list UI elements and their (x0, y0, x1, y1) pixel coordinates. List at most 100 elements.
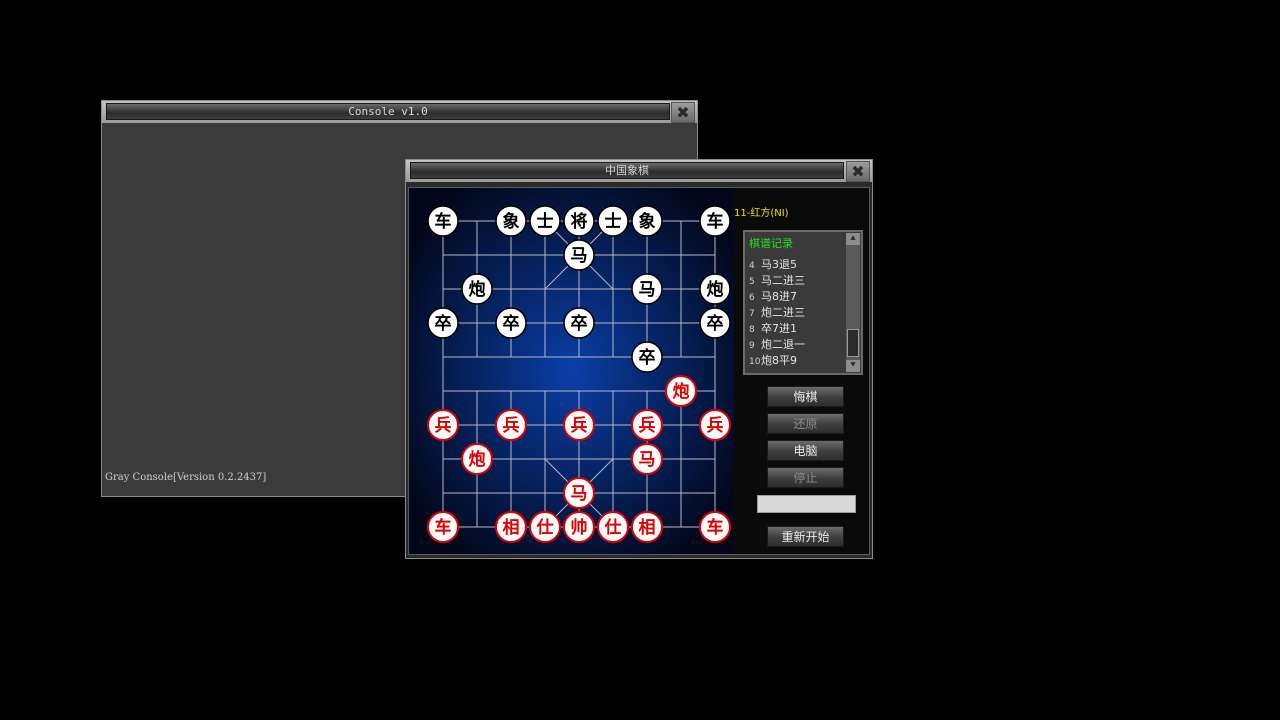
piece-label: 卒 (503, 313, 520, 334)
black-piece[interactable]: 象 (495, 205, 527, 237)
chess-title: 中国象棋 (410, 162, 844, 179)
computer-button[interactable]: 电脑 (767, 440, 844, 461)
move-text: 炮二退一 (761, 338, 805, 351)
black-piece[interactable]: 车 (699, 205, 731, 237)
move-number: 10 (749, 357, 761, 367)
black-piece[interactable]: 将 (563, 205, 595, 237)
black-piece[interactable]: 卒 (427, 307, 459, 339)
piece-label: 象 (639, 211, 656, 232)
piece-label: 卒 (707, 313, 724, 334)
piece-label: 车 (435, 211, 452, 232)
piece-label: 兵 (707, 415, 724, 436)
piece-label: 士 (537, 211, 554, 232)
console-output: Gray Console[Version 0.2.2437] (105, 472, 267, 483)
red-piece[interactable]: 炮 (461, 443, 493, 475)
red-piece[interactable]: 炮 (665, 375, 697, 407)
piece-label: 车 (707, 211, 724, 232)
piece-label: 炮 (673, 381, 690, 402)
chess-board[interactable]: 车象士将士象车马炮马炮卒卒卒卒卒炮兵兵兵兵兵炮 马马车相仕帅仕相车 (409, 188, 734, 554)
list-item[interactable]: 5 马二进三 (749, 273, 805, 289)
red-piece[interactable]: 马 (563, 477, 595, 509)
move-text: 马8进7 (761, 290, 797, 303)
red-piece[interactable]: 兵 (427, 409, 459, 441)
undo-button[interactable]: 悔棋 (767, 386, 844, 407)
piece-label: 马 (639, 450, 656, 470)
piece-label: 卒 (639, 347, 656, 368)
black-piece[interactable]: 炮 (461, 273, 493, 305)
black-piece[interactable]: 马 (563, 239, 595, 271)
red-piece[interactable]: 兵 (699, 409, 731, 441)
scroll-down-icon[interactable]: ⯆ (846, 360, 860, 372)
piece-label: 兵 (435, 415, 452, 436)
piece-label: 卒 (571, 313, 588, 334)
piece-label: 炮 (469, 449, 486, 470)
red-piece[interactable]: 帅 (563, 511, 595, 543)
list-item[interactable]: 8 卒7进1 (749, 321, 805, 337)
move-number: 6 (749, 293, 755, 303)
scrollbar-thumb[interactable] (847, 329, 859, 357)
red-piece[interactable]: 车 (427, 511, 459, 543)
piece-label: 仕 (604, 517, 622, 538)
list-item[interactable]: 9 炮二退一 (749, 337, 805, 353)
move-number: 8 (749, 325, 755, 335)
console-close-icon[interactable]: ✖ (671, 102, 695, 123)
black-piece[interactable]: 马 (631, 273, 663, 305)
piece-label: 兵 (639, 415, 656, 436)
scroll-up-icon[interactable]: ⯅ (846, 233, 860, 245)
chess-close-icon[interactable]: ✖ (846, 161, 870, 182)
list-item[interactable]: 7 炮二进三 (749, 305, 805, 321)
piece-label: 卒 (435, 313, 452, 334)
piece-label: 马 (639, 280, 656, 300)
black-piece[interactable]: 士 (597, 205, 629, 237)
red-piece[interactable]: 仕 (597, 511, 629, 543)
piece-label: 象 (503, 211, 520, 232)
black-piece[interactable]: 卒 (495, 307, 527, 339)
chess-titlebar[interactable]: 中国象棋 ✖ (406, 160, 872, 182)
list-item[interactable]: 6 马8进7 (749, 289, 805, 305)
move-text: 马二进三 (761, 274, 805, 287)
black-piece[interactable]: 卒 (631, 341, 663, 373)
red-piece[interactable]: 兵 (495, 409, 527, 441)
chess-window: 中国象棋 ✖ 车象士将士象车马炮马炮卒卒卒卒卒炮兵兵兵兵兵炮马马车相仕帅仕相车 … (405, 159, 873, 559)
move-record-panel: 棋谱记录 4 马3退5 5 马二进三 6 马8进7 7 炮二进三 8 卒7进1 9 炮二退一… (743, 230, 863, 375)
piece-label: 车 (435, 517, 452, 538)
piece-label: 炮 (469, 279, 486, 300)
red-piece[interactable]: 仕 (529, 511, 561, 543)
move-record-scrollbar[interactable]: ⯅ ⯆ (846, 233, 860, 372)
move-record-title: 棋谱记录 (749, 237, 793, 250)
console-titlebar[interactable]: Console v1.0 ✖ (102, 101, 697, 123)
list-item[interactable]: 10炮8平9 (749, 353, 805, 369)
list-item[interactable]: 4 马3退5 (749, 257, 805, 273)
chess-body: 车象士将士象车马炮马炮卒卒卒卒卒炮兵兵兵兵兵炮马马车相仕帅仕相车 11-红方(N… (408, 187, 870, 555)
black-piece[interactable]: 卒 (699, 307, 731, 339)
black-piece[interactable]: 炮 (699, 273, 731, 305)
piece-label: 炮 (707, 279, 724, 300)
red-piece[interactable]: 兵 (563, 409, 595, 441)
piece-label: 马 (571, 484, 588, 504)
move-text: 卒7进1 (761, 322, 797, 335)
black-piece[interactable]: 士 (529, 205, 561, 237)
move-number: 4 (749, 261, 755, 271)
black-piece[interactable]: 卒 (563, 307, 595, 339)
move-text: 马3退5 (761, 258, 797, 271)
console-title: Console v1.0 (106, 103, 670, 120)
red-piece[interactable]: 相 (631, 511, 663, 543)
piece-label: 士 (605, 211, 622, 232)
piece-label: 将 (571, 211, 588, 232)
red-piece[interactable]: 兵 (631, 409, 663, 441)
move-text: 炮8平9 (761, 354, 797, 367)
red-piece[interactable]: 车 (699, 511, 731, 543)
turn-indicator: 11-红方(NI) (734, 208, 789, 219)
move-number: 9 (749, 341, 755, 351)
black-piece[interactable]: 车 (427, 205, 459, 237)
red-piece[interactable]: 相 (495, 511, 527, 543)
piece-label: 仕 (536, 517, 554, 538)
restart-button[interactable]: 重新开始 (767, 526, 844, 547)
stop-button[interactable]: 停止 (767, 467, 844, 488)
move-text: 炮二进三 (761, 306, 805, 319)
black-piece[interactable]: 象 (631, 205, 663, 237)
move-number: 7 (749, 309, 755, 319)
red-piece[interactable]: 马 (631, 443, 663, 475)
redo-button[interactable]: 还原 (767, 413, 844, 434)
command-input[interactable] (757, 495, 856, 513)
